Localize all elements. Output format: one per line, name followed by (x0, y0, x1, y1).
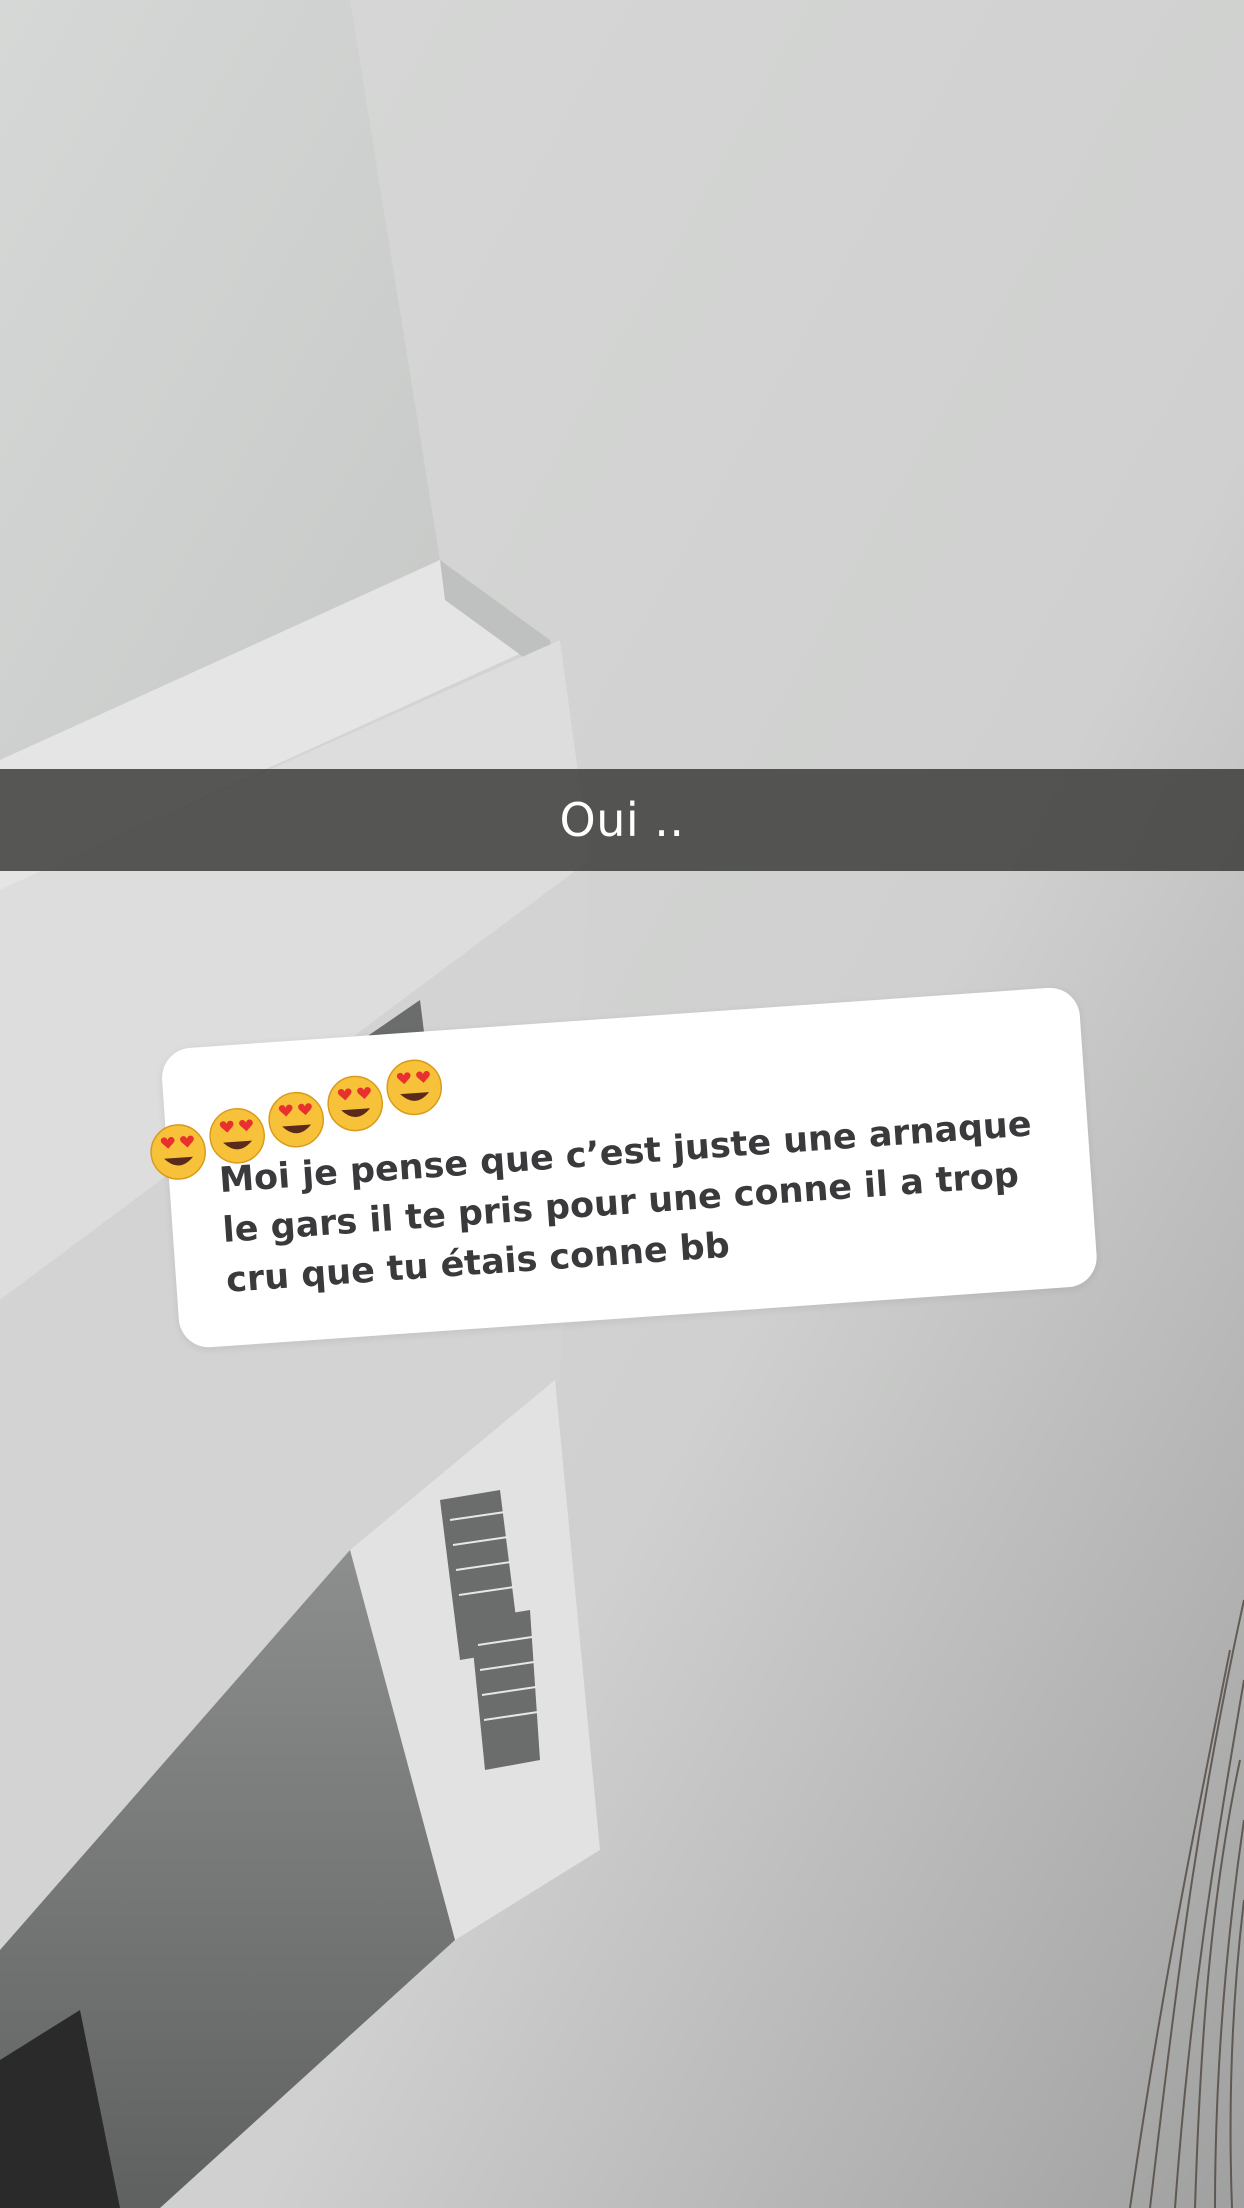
heart-eyes-emoji-icon (150, 1124, 206, 1180)
heart-eyes-emoji-icon (327, 1075, 384, 1132)
reply-sticker-card[interactable]: Moi je pense que c’est juste une arnaque… (150, 985, 1099, 1350)
snap-screen: Oui .. Moi je pense que c’est juste une … (0, 0, 1244, 2208)
caption-text: Oui .. (559, 793, 685, 847)
heart-eyes-emoji-icon (268, 1091, 324, 1148)
heart-eyes-emoji-icon (386, 1059, 443, 1116)
caption-bar: Oui .. (0, 769, 1244, 871)
